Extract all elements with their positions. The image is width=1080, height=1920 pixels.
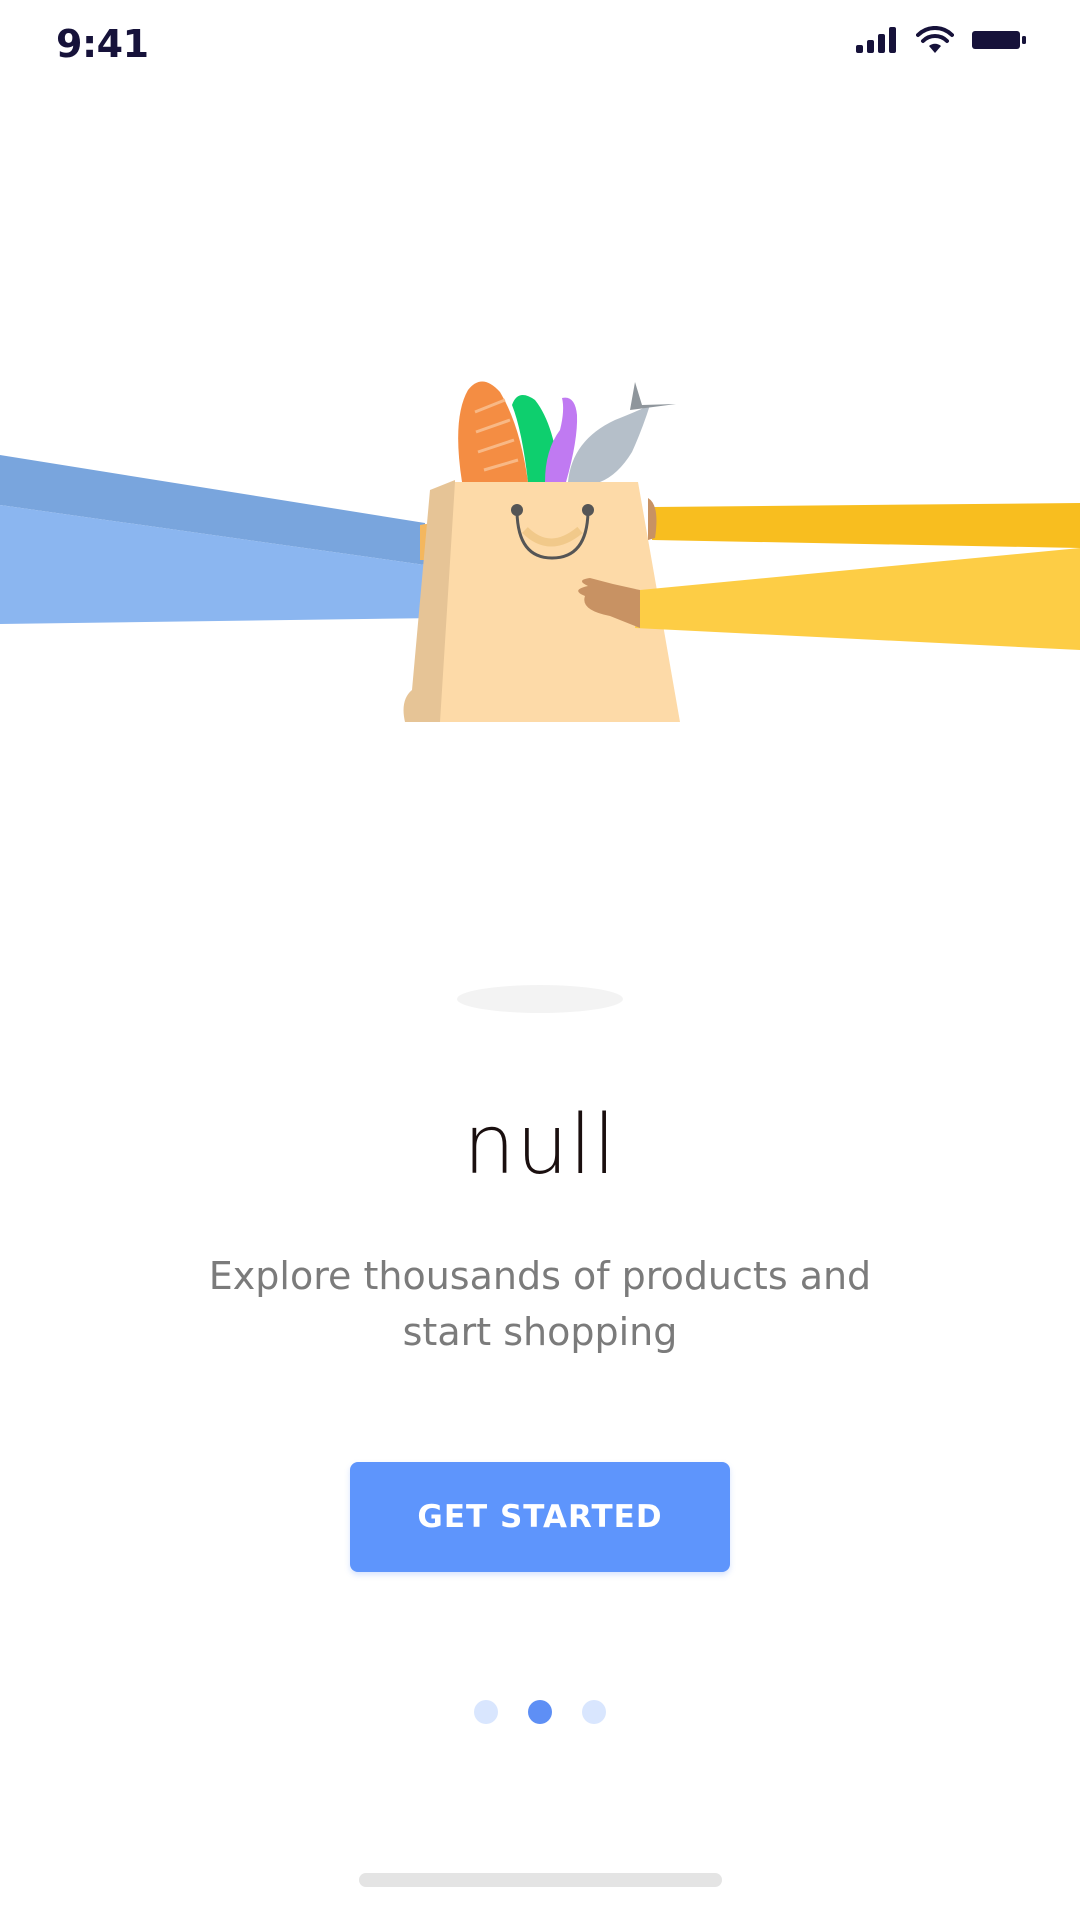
page-dot-2-active[interactable] xyxy=(528,1700,552,1724)
cellular-signal-icon xyxy=(856,27,896,53)
onboarding-subtitle-line-1: Explore thousands of products and xyxy=(208,1254,872,1298)
wifi-icon xyxy=(916,26,954,53)
page-indicator xyxy=(0,1700,1080,1724)
status-icons xyxy=(856,26,1026,54)
status-time: 9:41 xyxy=(56,22,149,66)
groceries xyxy=(458,381,676,482)
onboarding-subtitle: Explore thousands of products and start … xyxy=(180,1248,900,1360)
battery-icon xyxy=(972,31,1026,49)
grocery-bag-handoff-illustration xyxy=(0,381,1080,722)
illustration-shadow xyxy=(457,985,623,1013)
status-bar: 9:41 xyxy=(0,0,1080,90)
get-started-button[interactable]: GET STARTED xyxy=(350,1462,730,1572)
onboarding-subtitle-line-2: start shopping xyxy=(402,1310,678,1354)
page-dot-1[interactable] xyxy=(474,1700,498,1724)
home-indicator[interactable] xyxy=(359,1873,722,1887)
onboarding-title: null xyxy=(463,1098,617,1193)
page-dot-3[interactable] xyxy=(582,1700,606,1724)
